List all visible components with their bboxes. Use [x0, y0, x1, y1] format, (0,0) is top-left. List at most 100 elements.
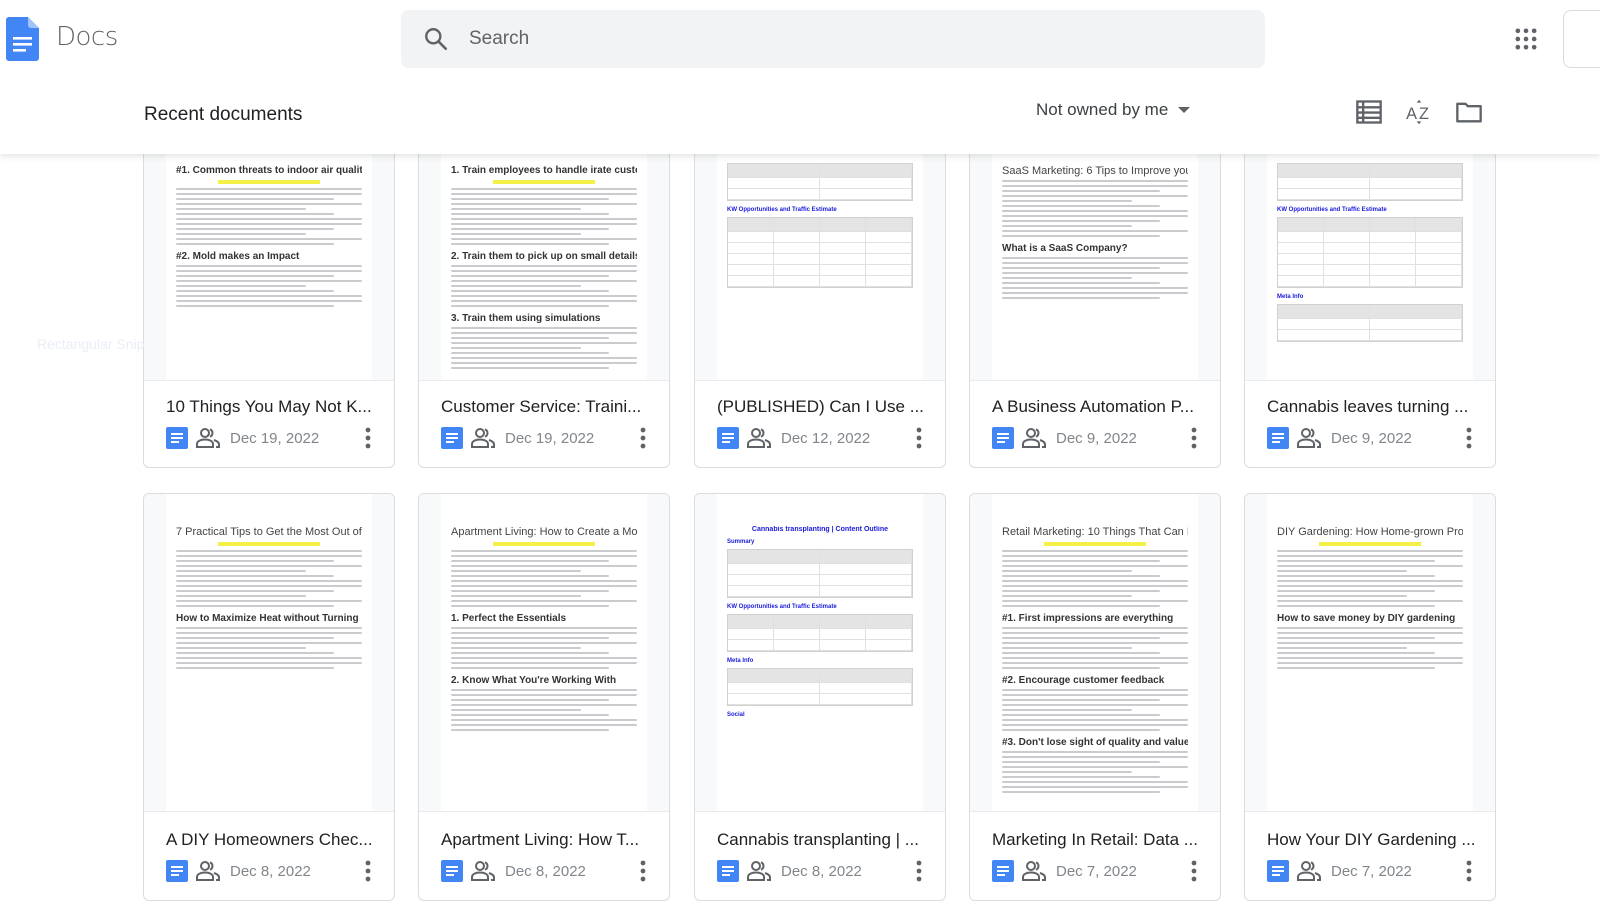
preview-text-line — [176, 300, 362, 302]
preview-text-line — [1002, 791, 1161, 793]
document-thumbnail[interactable]: KW Opportunities and Traffic Estimate Met… — [1245, 121, 1495, 381]
document-date: Dec 12, 2022 — [781, 429, 871, 447]
preview-heading: Retail Marketing: 10 Things That Can Hel… — [1002, 526, 1188, 538]
preview-text-line — [176, 208, 307, 210]
preview-text-line — [451, 555, 637, 557]
more-options-icon[interactable] — [364, 426, 372, 450]
preview-text-line — [1002, 786, 1188, 788]
document-card[interactable]: DIY Gardening: How Home-grown Produce Ca… — [1244, 493, 1496, 901]
document-title[interactable]: Customer Service: Traini... — [441, 397, 653, 417]
preview-text-line — [176, 238, 362, 240]
document-preview-page: Apartment Living: How to Create a Modern… — [441, 494, 647, 811]
document-title[interactable]: A Business Automation P... — [992, 397, 1204, 417]
document-card[interactable]: KW Opportunities and Traffic Estimate Met… — [1244, 120, 1496, 468]
document-thumbnail[interactable]: Cannabis transplanting | Content Outline… — [695, 494, 945, 812]
preview-text-line — [1002, 277, 1133, 279]
document-card[interactable]: Retail Marketing: 10 Things That Can Hel… — [969, 493, 1221, 901]
document-thumbnail[interactable]: 1. Train employees to handle irate custo… — [419, 121, 669, 381]
document-title[interactable]: How Your DIY Gardening ... — [1267, 830, 1479, 850]
preview-heading: How to save money by DIY gardening — [1277, 613, 1456, 624]
document-meta: Dec 8, 2022 — [717, 860, 862, 882]
document-thumbnail[interactable]: DIY Gardening: How Home-grown Produce Ca… — [1245, 494, 1495, 812]
document-thumbnail[interactable]: 7 Practical Tips to Get the Most Out of … — [144, 494, 394, 812]
docs-logo-icon[interactable] — [6, 17, 39, 61]
app-title[interactable]: Docs — [56, 22, 118, 52]
preview-text-line — [176, 305, 335, 307]
document-card[interactable]: Apartment Living: How to Create a Modern… — [418, 493, 670, 901]
docs-file-icon — [166, 860, 188, 882]
preview-text-line — [451, 595, 582, 597]
document-card[interactable]: #1. Common threats to indoor air quality… — [143, 120, 395, 468]
preview-text-line — [451, 575, 610, 577]
preview-text-line — [176, 570, 307, 572]
document-title[interactable]: Cannabis transplanting | ... — [717, 830, 929, 850]
document-date: Dec 8, 2022 — [505, 862, 586, 880]
folder-icon[interactable] — [1455, 98, 1483, 126]
more-options-icon[interactable] — [1465, 426, 1473, 450]
preview-text-line — [1002, 580, 1188, 582]
document-thumbnail[interactable]: KW Opportunities and Traffic Estimate — [695, 121, 945, 381]
document-thumbnail[interactable]: Apartment Living: How to Create a Modern… — [419, 494, 669, 812]
preview-text-line — [1002, 756, 1188, 758]
more-options-icon[interactable] — [1465, 859, 1473, 883]
preview-heading: What is a SaaS Company? — [1002, 243, 1128, 254]
preview-text-line — [451, 565, 637, 567]
preview-text-line — [1002, 704, 1188, 706]
document-title[interactable]: Cannabis leaves turning ... — [1267, 397, 1479, 417]
document-thumbnail[interactable]: Retail Marketing: 10 Things That Can Hel… — [970, 494, 1220, 812]
document-card[interactable]: KW Opportunities and Traffic Estimate (P… — [694, 120, 946, 468]
owner-filter-dropdown[interactable]: Not owned by me — [1036, 100, 1191, 120]
search-icon[interactable] — [423, 26, 449, 52]
document-thumbnail[interactable]: #1. Common threats to indoor air quality… — [144, 121, 394, 381]
preview-text-line — [451, 637, 610, 639]
document-card[interactable]: 7 Practical Tips to Get the Most Out of … — [143, 493, 395, 901]
docs-file-icon — [717, 860, 739, 882]
more-options-icon[interactable] — [364, 859, 372, 883]
search-bar[interactable] — [401, 10, 1265, 68]
document-info: How Your DIY Gardening ... Dec 7, 2022 — [1245, 812, 1495, 900]
more-options-icon[interactable] — [639, 859, 647, 883]
preview-text-line — [451, 347, 582, 349]
google-apps-icon[interactable] — [1512, 25, 1540, 53]
preview-text-line — [1002, 719, 1188, 721]
account-button-edge[interactable] — [1563, 10, 1600, 68]
search-input[interactable] — [469, 10, 1229, 68]
preview-text-line — [451, 662, 637, 664]
document-preview-page: KW Opportunities and Traffic Estimate Met… — [1267, 151, 1473, 380]
document-info: Cannabis leaves turning ... Dec 9, 2022 — [1245, 379, 1495, 467]
preview-text-line — [451, 342, 637, 344]
preview-text-line — [176, 218, 362, 220]
docs-file-icon — [1267, 427, 1289, 449]
document-card[interactable]: SaaS Marketing: 6 Tips to Improve your S… — [969, 120, 1221, 468]
preview-text-line — [1277, 657, 1463, 659]
list-view-icon[interactable] — [1355, 98, 1383, 126]
document-title[interactable]: Apartment Living: How T... — [441, 830, 653, 850]
document-card[interactable]: 1. Train employees to handle irate custo… — [418, 120, 670, 468]
document-card[interactable]: Cannabis transplanting | Content Outline… — [694, 493, 946, 901]
more-options-icon[interactable] — [1190, 859, 1198, 883]
preview-text-line — [451, 719, 637, 721]
more-options-icon[interactable] — [915, 859, 923, 883]
preview-text-line — [451, 193, 637, 195]
preview-table — [727, 163, 913, 201]
document-title[interactable]: A DIY Homeowners Chec... — [166, 830, 378, 850]
document-title[interactable]: 10 Things You May Not K... — [166, 397, 378, 417]
preview-text-line — [1002, 190, 1161, 192]
document-thumbnail[interactable]: SaaS Marketing: 6 Tips to Improve your S… — [970, 121, 1220, 381]
preview-highlight — [1318, 542, 1422, 546]
document-title[interactable]: Marketing In Retail: Data ... — [992, 830, 1204, 850]
document-title[interactable]: (PUBLISHED) Can I Use ... — [717, 397, 929, 417]
more-options-icon[interactable] — [915, 426, 923, 450]
preview-section-label: Social — [727, 712, 745, 718]
more-options-icon[interactable] — [1190, 426, 1198, 450]
document-meta: Dec 7, 2022 — [1267, 860, 1412, 882]
preview-text-line — [1277, 667, 1436, 669]
sort-az-icon[interactable]: A Z — [1405, 98, 1433, 126]
preview-text-line — [451, 270, 637, 272]
preview-text-line — [451, 357, 637, 359]
preview-text-line — [451, 714, 610, 716]
more-options-icon[interactable] — [639, 426, 647, 450]
preview-text-line — [176, 243, 335, 245]
preview-text-line — [1002, 647, 1133, 649]
preview-heading: #2. Encourage customer feedback — [1002, 675, 1165, 686]
